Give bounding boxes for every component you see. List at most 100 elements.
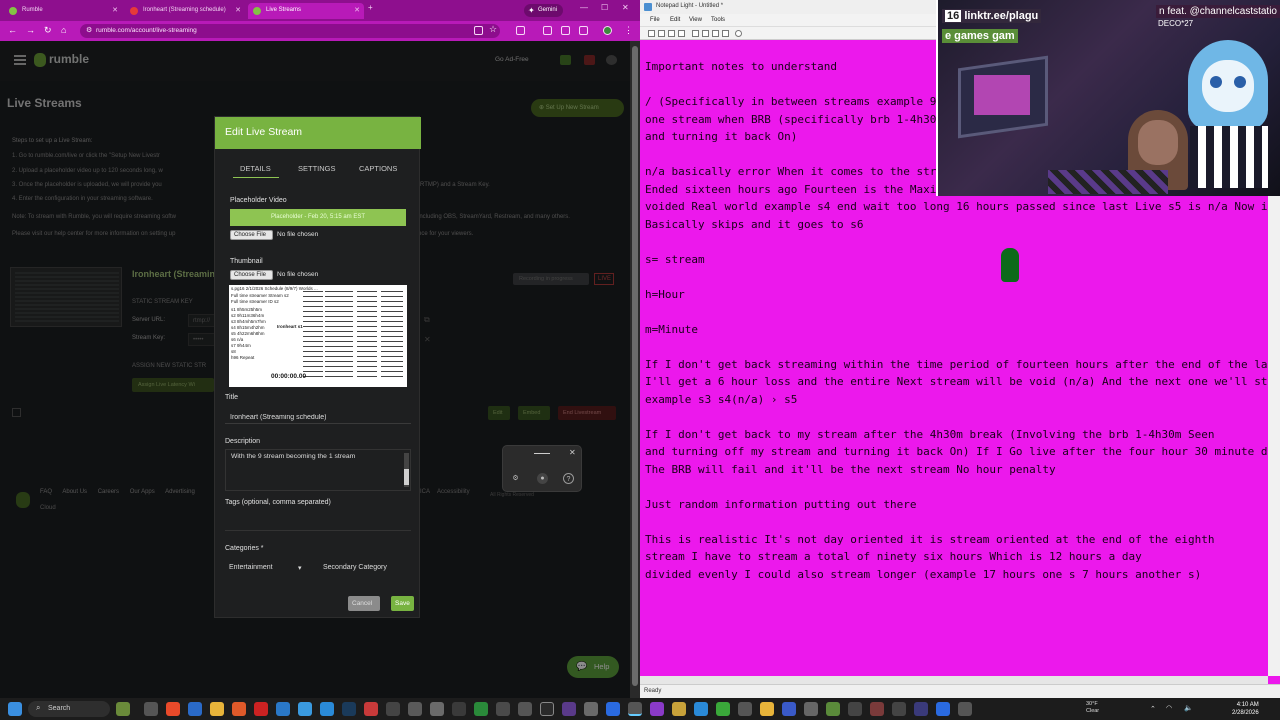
- reload-icon[interactable]: ↻: [44, 25, 52, 36]
- steam-icon[interactable]: [342, 702, 356, 716]
- chrome-icon[interactable]: [166, 702, 180, 716]
- close-window-icon[interactable]: ✕: [622, 3, 629, 12]
- app-icon[interactable]: [386, 702, 400, 716]
- help-question-icon[interactable]: ?: [563, 473, 574, 484]
- app-icon[interactable]: [936, 702, 950, 716]
- maximize-icon[interactable]: ☐: [601, 3, 608, 12]
- task-view-icon[interactable]: [144, 702, 158, 716]
- menu-view[interactable]: View: [689, 17, 702, 23]
- app-icon[interactable]: [496, 702, 510, 716]
- save-file-icon[interactable]: [668, 30, 675, 37]
- microphone-icon[interactable]: ●: [537, 473, 548, 484]
- tags-input[interactable]: [225, 513, 411, 531]
- extension-icon[interactable]: [474, 26, 483, 35]
- app-icon[interactable]: [298, 702, 312, 716]
- app-icon[interactable]: [848, 702, 862, 716]
- profile-avatar[interactable]: [603, 26, 612, 35]
- cancel-button[interactable]: Cancel: [348, 596, 380, 611]
- forward-icon[interactable]: →: [26, 25, 35, 35]
- print-icon[interactable]: [678, 30, 685, 37]
- tray-chevron-icon[interactable]: ⌃: [1150, 705, 1156, 713]
- app-icon[interactable]: [738, 702, 752, 716]
- settings-gear-icon[interactable]: ⚙: [510, 473, 521, 484]
- app-icon[interactable]: [958, 702, 972, 716]
- app-icon[interactable]: [892, 702, 906, 716]
- app-icon[interactable]: [760, 702, 774, 716]
- gemini-button[interactable]: ✦ Gemini: [524, 4, 564, 17]
- app-icon[interactable]: [276, 702, 290, 716]
- app-icon[interactable]: [254, 702, 268, 716]
- tab-ironheart[interactable]: Ironheart (Streaming schedule) ✕: [125, 3, 245, 19]
- menu-tools[interactable]: Tools: [711, 17, 725, 23]
- app-icon[interactable]: [320, 702, 334, 716]
- app-icon[interactable]: [562, 702, 576, 716]
- tab-captions[interactable]: CAPTIONS: [359, 164, 397, 173]
- extension-icon[interactable]: [516, 26, 525, 35]
- app-icon[interactable]: [782, 702, 796, 716]
- weather-widget[interactable]: 30°F Clear: [1086, 701, 1099, 715]
- home-icon[interactable]: ⌂: [61, 25, 66, 35]
- primary-category-select[interactable]: Entertainment ▾: [225, 561, 309, 577]
- app-icon[interactable]: [870, 702, 884, 716]
- app-icon[interactable]: [716, 702, 730, 716]
- widgets-icon[interactable]: [116, 702, 130, 716]
- tab-settings[interactable]: SETTINGS: [298, 164, 336, 173]
- extension-icon[interactable]: [543, 26, 552, 35]
- help-icon[interactable]: [735, 30, 742, 37]
- secondary-category-select[interactable]: Secondary Category: [319, 561, 407, 577]
- app-icon[interactable]: [606, 702, 620, 716]
- page-scrollbar-thumb[interactable]: [632, 46, 638, 686]
- taskbar-clock[interactable]: 4:10 AM 2/28/2026: [1232, 701, 1259, 717]
- copy-icon[interactable]: [702, 30, 709, 37]
- app-icon[interactable]: [826, 702, 840, 716]
- choose-thumbnail-button[interactable]: Choose File: [230, 270, 273, 280]
- app-icon[interactable]: [408, 702, 422, 716]
- file-explorer-icon[interactable]: [210, 702, 224, 716]
- close-tab-icon[interactable]: ✕: [112, 6, 118, 14]
- extension-icon[interactable]: [561, 26, 570, 35]
- app-icon[interactable]: [914, 702, 928, 716]
- windows-start-icon[interactable]: [8, 702, 22, 716]
- bookmark-star-icon[interactable]: ☆: [489, 24, 497, 35]
- close-icon[interactable]: ✕: [569, 448, 576, 457]
- back-icon[interactable]: ←: [8, 25, 17, 35]
- cut-icon[interactable]: [692, 30, 699, 37]
- extension-icon[interactable]: [579, 26, 588, 35]
- close-tab-icon[interactable]: ✕: [354, 6, 360, 14]
- paste-icon[interactable]: [712, 30, 719, 37]
- taskbar-search[interactable]: ⌕ Search: [28, 701, 110, 717]
- app-icon[interactable]: [452, 702, 466, 716]
- notepad-horizontal-scrollbar[interactable]: [640, 676, 1268, 684]
- volume-icon[interactable]: 🔈: [1184, 704, 1193, 712]
- app-icon[interactable]: [364, 702, 378, 716]
- tab-live-streams[interactable]: Live Streams ✕: [248, 3, 364, 19]
- tab-details[interactable]: DETAILS: [240, 164, 271, 173]
- menu-file[interactable]: File: [650, 17, 660, 23]
- minimize-icon[interactable]: —: [580, 3, 588, 12]
- choose-placeholder-button[interactable]: Choose File: [230, 230, 273, 240]
- description-textarea[interactable]: With the 9 stream becoming the 1 stream: [225, 449, 411, 491]
- app-icon[interactable]: [672, 702, 686, 716]
- menu-kebab-icon[interactable]: ⋮: [624, 25, 633, 36]
- app-icon[interactable]: [430, 702, 444, 716]
- app-icon[interactable]: [694, 702, 708, 716]
- address-bar[interactable]: ⚙ rumble.com/account/live-streaming: [80, 24, 500, 38]
- new-tab-icon[interactable]: +: [368, 3, 373, 12]
- save-button[interactable]: Save: [391, 596, 414, 611]
- app-icon[interactable]: [518, 702, 532, 716]
- new-file-icon[interactable]: [648, 30, 655, 37]
- notepad-taskbar-icon[interactable]: [628, 702, 642, 716]
- close-tab-icon[interactable]: ✕: [235, 6, 241, 14]
- undo-icon[interactable]: [722, 30, 729, 37]
- app-icon[interactable]: [650, 702, 664, 716]
- tab-rumble[interactable]: Rumble ✕: [4, 3, 122, 19]
- open-file-icon[interactable]: [658, 30, 665, 37]
- menu-edit[interactable]: Edit: [670, 17, 680, 23]
- app-icon[interactable]: [584, 702, 598, 716]
- firefox-icon[interactable]: [232, 702, 246, 716]
- app-icon[interactable]: [540, 702, 554, 716]
- description-scrollbar-thumb[interactable]: [404, 469, 409, 485]
- drag-handle[interactable]: [534, 453, 550, 454]
- edge-icon[interactable]: [188, 702, 202, 716]
- app-icon[interactable]: [474, 702, 488, 716]
